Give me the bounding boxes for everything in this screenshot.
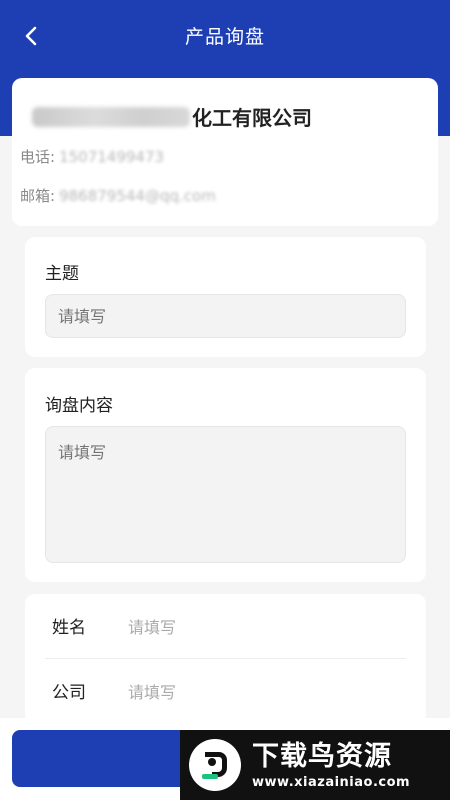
company-name: 化工有限公司 — [32, 102, 312, 131]
phone-label: 电话: — [20, 148, 56, 166]
nav-bar: 产品询盘 — [0, 0, 450, 70]
watermark-title: 下载鸟资源 — [252, 740, 392, 772]
bird-logo-icon — [189, 739, 241, 791]
contact-company-input[interactable]: 请填写 — [128, 679, 176, 703]
company-email-row: 邮箱: 986879544@qq.com — [20, 185, 216, 206]
content-card: 询盘内容 — [25, 368, 426, 582]
contact-name-row[interactable]: 姓名 请填写 — [45, 594, 406, 657]
content-textarea[interactable] — [45, 426, 406, 563]
watermark: 下载鸟资源 www.xiazainiao.com — [180, 730, 450, 800]
contact-company-row[interactable]: 公司 请填写 — [45, 659, 406, 722]
content-label: 询盘内容 — [45, 396, 113, 416]
subject-card: 主题 — [25, 237, 426, 357]
company-name-text: 化工有限公司 — [192, 106, 312, 130]
company-name-redacted — [32, 106, 190, 127]
email-label: 邮箱: — [20, 187, 56, 205]
contact-card: 姓名 请填写 公司 请填写 — [25, 594, 426, 724]
contact-name-label: 姓名 — [52, 618, 86, 638]
subject-label: 主题 — [45, 264, 79, 284]
phone-value: 15071499473 — [59, 147, 165, 166]
contact-company-label: 公司 — [52, 683, 86, 703]
email-value: 986879544@qq.com — [59, 186, 216, 205]
back-button[interactable] — [14, 18, 50, 54]
company-phone-row: 电话: 15071499473 — [20, 146, 164, 167]
chevron-left-icon — [25, 26, 37, 46]
watermark-url: www.xiazainiao.com — [252, 774, 411, 790]
subject-input[interactable] — [45, 294, 406, 338]
page-title: 产品询盘 — [184, 25, 265, 48]
contact-name-input[interactable]: 请填写 — [128, 614, 176, 638]
